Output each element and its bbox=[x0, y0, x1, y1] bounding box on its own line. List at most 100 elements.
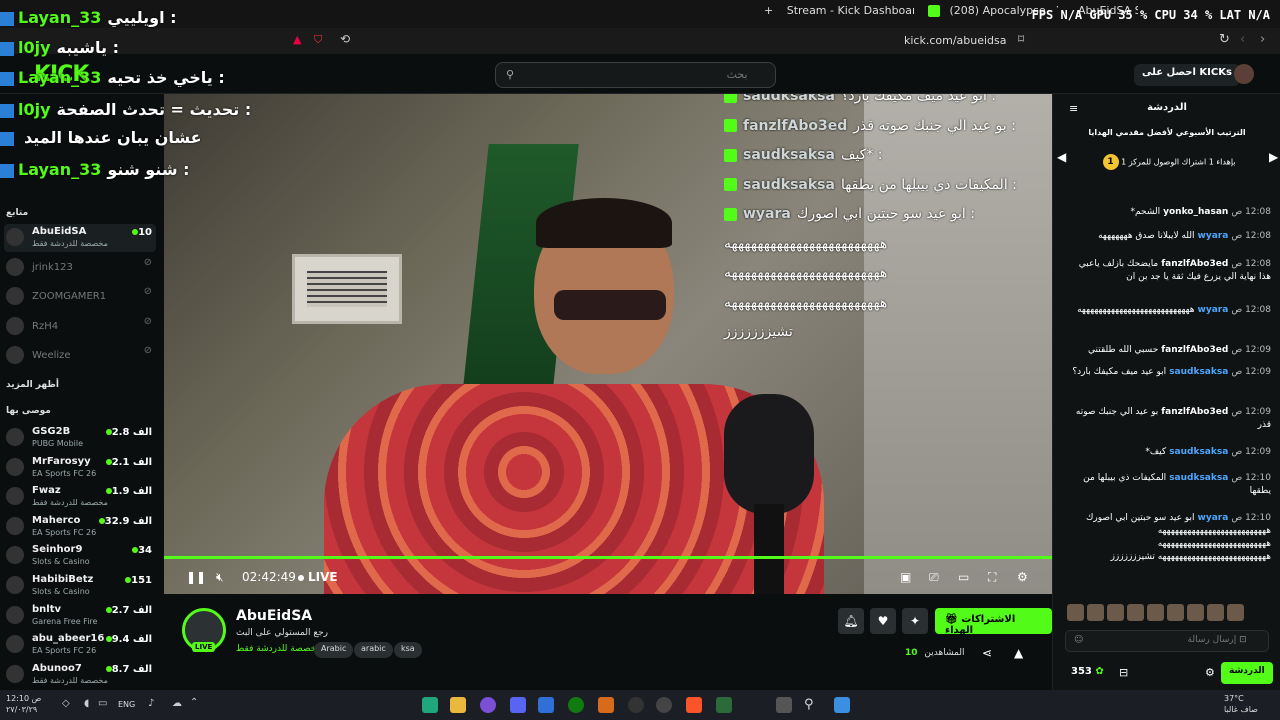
bookmark-icon[interactable]: ⌑ bbox=[1018, 32, 1024, 46]
video-player[interactable]: saudksaksa ابو عيد ميف مكيفك بارد؟ : fanzl… bbox=[164, 94, 1052, 594]
mute-icon[interactable]: 🔇︎ bbox=[216, 570, 224, 585]
share-icon[interactable]: ⋖ bbox=[982, 646, 992, 660]
sidebar-channel[interactable]: AbuEidSA مخصصة للدردشة فقط 10 bbox=[4, 224, 156, 252]
gift-subs-button[interactable]: 🎁︎ الاشتراكات الهداء bbox=[935, 608, 1052, 636]
store-icon[interactable] bbox=[538, 697, 554, 713]
report-icon[interactable]: ▲ bbox=[1014, 646, 1023, 660]
pip-icon[interactable]: ▣ bbox=[900, 570, 911, 584]
theater-icon[interactable]: ▭ bbox=[958, 570, 969, 584]
back-history-icon[interactable]: ⟲ bbox=[340, 32, 350, 46]
chat-send-button[interactable]: الدردشة bbox=[1221, 662, 1273, 684]
chat-message[interactable]: 12:10 صwyaraابو عيد سو حبتين ابي اصورك ه… bbox=[1065, 512, 1271, 564]
chat-input-box[interactable]: ☺ ⊡ bbox=[1065, 630, 1269, 652]
mic-icon[interactable]: ♪ bbox=[148, 698, 154, 709]
gift-icon[interactable]: ⊡ bbox=[1239, 635, 1247, 645]
user-avatar[interactable] bbox=[1234, 64, 1254, 84]
notification-bell-icon[interactable]: 🔔︎ bbox=[838, 608, 864, 634]
xbox-icon[interactable] bbox=[568, 697, 584, 713]
brave-icon[interactable] bbox=[686, 697, 702, 713]
tab-kick-dashboard[interactable]: + Stream - Kick Dashboard bbox=[764, 4, 914, 24]
get-kicks-button[interactable]: احصل على KICKs bbox=[1134, 64, 1240, 86]
follow-heart-icon[interactable]: ♥ bbox=[870, 608, 896, 634]
forward-icon[interactable]: ‹ bbox=[1240, 32, 1245, 47]
chat-message[interactable]: 12:08 صwyaraهههههههههههههههههههههههههههه bbox=[1065, 304, 1271, 317]
chat-message-input[interactable] bbox=[1086, 635, 1237, 645]
chat-message[interactable]: 12:10 صsaudksaksaالمكيفات ذي بيبلها من ي… bbox=[1065, 472, 1271, 498]
clip-icon[interactable]: ⎚ bbox=[929, 570, 939, 585]
app-icon[interactable] bbox=[422, 697, 438, 713]
tag-chip[interactable]: ksa bbox=[394, 642, 422, 658]
extension-icon[interactable]: ▲ bbox=[293, 33, 301, 46]
sidebar-channel[interactable]: RzH4 ⊘ bbox=[4, 313, 156, 341]
language-indicator[interactable]: ENG bbox=[118, 700, 135, 709]
message-username[interactable]: saudksaksa bbox=[1169, 447, 1228, 457]
show-more-link[interactable]: أظهر المزيد bbox=[6, 380, 59, 390]
app-icon[interactable] bbox=[716, 697, 732, 713]
message-username[interactable]: fanzlfAbo3ed bbox=[1161, 345, 1228, 355]
chat-message[interactable]: 12:09 صfanzlfAbo3edبو عيد الي جنبك صوته … bbox=[1065, 406, 1271, 432]
stream-category[interactable]: مخصصة للدردشة فقط bbox=[236, 644, 321, 654]
task-view-icon[interactable] bbox=[776, 697, 792, 713]
sidebar-channel[interactable]: Abunoo7 مخصصة للدردشة فقط 8.7 الف bbox=[4, 661, 156, 689]
sidebar-channel[interactable]: ZOOMGAMER1 ⊘ bbox=[4, 283, 156, 311]
message-username[interactable]: fanzlfAbo3ed bbox=[1161, 407, 1228, 417]
back-icon[interactable]: › bbox=[1260, 32, 1265, 47]
brave-shield-icon[interactable]: ⛉ bbox=[314, 33, 322, 47]
gift-box-icon[interactable]: ⊟ bbox=[1119, 666, 1128, 679]
app-icon[interactable] bbox=[656, 697, 672, 713]
message-username[interactable]: wyara bbox=[1198, 231, 1229, 241]
battery-icon[interactable]: ▭ bbox=[98, 698, 107, 709]
chat-message[interactable]: 12:09 صsaudksaksaابو عيد ميف مكيفك بارد؟ bbox=[1065, 366, 1271, 379]
network-icon[interactable]: ◇ bbox=[62, 698, 70, 709]
pause-icon[interactable]: ❚❚ bbox=[186, 570, 206, 584]
sidebar-channel[interactable]: MrFarosyy EA Sports FC 26 2.1 الف bbox=[4, 454, 156, 482]
search-input[interactable] bbox=[517, 68, 748, 81]
fullscreen-icon[interactable]: ⛶ bbox=[988, 570, 996, 585]
message-username[interactable]: wyara bbox=[1198, 513, 1229, 523]
message-username[interactable]: saudksaksa bbox=[1169, 473, 1228, 483]
message-username[interactable]: wyara bbox=[1198, 305, 1229, 315]
chat-message[interactable]: 12:09 صfanzlfAbo3edحسبي الله طلقتني bbox=[1065, 344, 1271, 357]
volume-icon[interactable]: ◖ bbox=[84, 698, 89, 709]
app-icon[interactable] bbox=[480, 697, 496, 713]
leaderboard-next-icon[interactable]: ▶ bbox=[1269, 150, 1278, 164]
sidebar-channel[interactable]: HabibiBetz Slots & Casino 151 bbox=[4, 572, 156, 600]
search-bar[interactable]: ⚲ bbox=[495, 62, 776, 88]
sidebar-channel[interactable]: Seinhor9 Slots & Casino 34 bbox=[4, 542, 156, 570]
message-username[interactable]: saudksaksa bbox=[1169, 367, 1228, 377]
sidebar-channel[interactable]: Weelize ⊘ bbox=[4, 342, 156, 370]
app-icon[interactable] bbox=[598, 697, 614, 713]
weather-widget[interactable]: 37°C صاف غالبا bbox=[1224, 693, 1258, 715]
discord-icon[interactable] bbox=[510, 697, 526, 713]
sidebar-channel[interactable]: jrink123 ⊘ bbox=[4, 254, 156, 282]
new-tab-plus-icon[interactable]: + bbox=[764, 4, 773, 17]
sparkle-icon[interactable]: ✦ bbox=[902, 608, 928, 634]
message-username[interactable]: fanzlfAbo3ed bbox=[1161, 259, 1228, 269]
emoji-icon[interactable]: ☺ bbox=[1074, 635, 1083, 645]
cloud-icon[interactable]: ☁ bbox=[172, 698, 182, 709]
chat-settings-icon[interactable]: ⚙ bbox=[1205, 666, 1215, 679]
channel-name[interactable]: AbuEidSA bbox=[236, 608, 312, 624]
taskbar-clock[interactable]: 12:10 ص ٢٧/٠٣/٢٩ bbox=[6, 693, 41, 715]
chat-message[interactable]: 12:08 صfanzlfAbo3edمايضحك بازلف ياعبي هذ… bbox=[1065, 258, 1271, 284]
reload-icon[interactable]: ↻ bbox=[1219, 32, 1230, 47]
chat-message[interactable]: 12:08 صwyaraالله لايبلانا صدق هههههههه bbox=[1065, 230, 1271, 243]
sidebar-channel[interactable]: GSG2B PUBG Mobile 2.8 الف bbox=[4, 424, 156, 452]
url-text[interactable]: kick.com/abueidsa bbox=[904, 34, 1007, 47]
tag-chip[interactable]: Arabic bbox=[314, 642, 354, 658]
chat-message[interactable]: 12:08 صyonko_hasanالشحم* bbox=[1065, 206, 1271, 219]
tray-expand-icon[interactable]: ⌃ bbox=[190, 697, 198, 708]
settings-gear-icon[interactable]: ⚙ bbox=[1017, 570, 1028, 584]
sidebar-channel[interactable]: Fwaz مخصصة للدردشة فقط 1.9 الف bbox=[4, 483, 156, 511]
message-username[interactable]: yonko_hasan bbox=[1163, 207, 1228, 217]
sidebar-channel[interactable]: bnltv Garena Free Fire 2.7 الف bbox=[4, 602, 156, 630]
chat-message[interactable]: 12:09 صsaudksaksaكيف* bbox=[1065, 446, 1271, 459]
steam-icon[interactable] bbox=[628, 697, 644, 713]
video-progress-bar[interactable] bbox=[164, 556, 1052, 559]
channel-points[interactable]: 353 ✿ bbox=[1071, 666, 1104, 677]
sidebar-channel[interactable]: Maherco EA Sports FC 26 32.9 الف bbox=[4, 513, 156, 541]
search-icon[interactable]: ⚲ bbox=[804, 697, 820, 713]
start-icon[interactable] bbox=[834, 697, 850, 713]
tag-chip[interactable]: arabic bbox=[354, 642, 393, 658]
sidebar-channel[interactable]: abu_abeer16 EA Sports FC 26 9.4 الف bbox=[4, 631, 156, 659]
